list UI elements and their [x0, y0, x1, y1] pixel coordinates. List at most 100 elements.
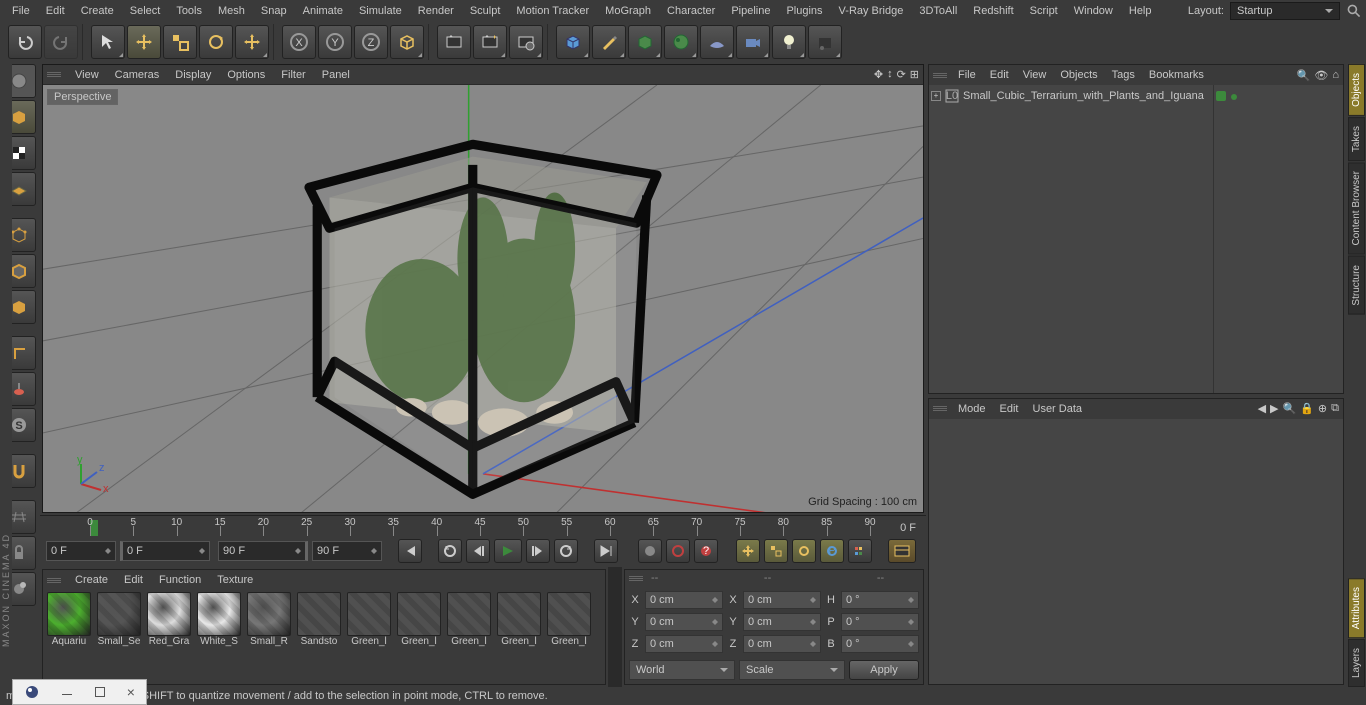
end-frame-field[interactable]: 90 F	[312, 541, 382, 561]
attr-menu-mode[interactable]: Mode	[951, 403, 993, 415]
key-scale[interactable]	[764, 539, 788, 563]
layout-dropdown[interactable]: Startup	[1230, 2, 1340, 20]
camera-object[interactable]	[736, 25, 770, 59]
goto-end-button[interactable]	[594, 539, 618, 563]
attribute-body[interactable]	[929, 419, 1343, 684]
environment[interactable]	[700, 25, 734, 59]
material-item[interactable]: Green_l	[395, 592, 443, 682]
mat-menu-function[interactable]: Function	[151, 574, 209, 586]
menu-script[interactable]: Script	[1022, 0, 1066, 22]
material-swatch[interactable]	[447, 592, 491, 636]
menu-help[interactable]: Help	[1121, 0, 1160, 22]
os-taskbar-item[interactable]: ×	[12, 679, 147, 705]
vp-menu-panel[interactable]: Panel	[314, 69, 358, 81]
menu-3dtoall[interactable]: 3DToAll	[911, 0, 965, 22]
grip-icon[interactable]	[47, 72, 61, 77]
coord-field[interactable]: 0 cm	[743, 613, 821, 631]
material-item[interactable]: Green_l	[545, 592, 593, 682]
menu-create[interactable]: Create	[73, 0, 122, 22]
undo-button[interactable]	[8, 25, 42, 59]
vp-menu-cameras[interactable]: Cameras	[107, 69, 168, 81]
coord-field[interactable]: 0 cm	[645, 613, 723, 631]
expand-icon[interactable]: +	[931, 91, 941, 101]
menu-mesh[interactable]: Mesh	[210, 0, 253, 22]
render-tag[interactable]	[1231, 94, 1237, 100]
material-item[interactable]: Sandsto	[295, 592, 343, 682]
material-item[interactable]: White_S	[195, 592, 243, 682]
coord-system[interactable]	[390, 25, 424, 59]
material-swatch[interactable]	[47, 592, 91, 636]
last-tool[interactable]	[235, 25, 269, 59]
obj-menu-tags[interactable]: Tags	[1105, 69, 1142, 81]
home-icon[interactable]: ⌂	[1332, 69, 1339, 82]
apply-button[interactable]: Apply	[849, 660, 919, 680]
grip-icon[interactable]	[933, 406, 947, 411]
x-axis-lock[interactable]: X	[282, 25, 316, 59]
attr-menu-userdata[interactable]: User Data	[1026, 403, 1090, 415]
material-swatch[interactable]	[297, 592, 341, 636]
lock-icon[interactable]: 🔒	[1300, 402, 1314, 415]
current-frame-field[interactable]: 0 F	[46, 541, 116, 561]
tab-objects[interactable]: Objects	[1348, 64, 1365, 116]
live-select-tool[interactable]	[91, 25, 125, 59]
material-swatch[interactable]	[547, 592, 591, 636]
object-row[interactable]: + L0 Small_Cubic_Terrarium_with_Plants_a…	[931, 87, 1211, 105]
keyframe-sel-button[interactable]: ?	[694, 539, 718, 563]
material-swatch[interactable]	[497, 592, 541, 636]
material-list[interactable]: AquariuSmall_SeRed_GraWhite_SSmall_RSand…	[43, 590, 605, 684]
obj-menu-objects[interactable]: Objects	[1053, 69, 1104, 81]
obj-menu-bookmarks[interactable]: Bookmarks	[1142, 69, 1211, 81]
material-item[interactable]: Red_Gra	[145, 592, 193, 682]
menu-simulate[interactable]: Simulate	[351, 0, 410, 22]
attr-menu-edit[interactable]: Edit	[993, 403, 1026, 415]
perspective-viewport[interactable]: Perspective	[43, 85, 923, 512]
menu-select[interactable]: Select	[122, 0, 169, 22]
next-frame-button[interactable]	[526, 539, 550, 563]
key-parameter[interactable]: P	[820, 539, 844, 563]
search-icon[interactable]: 🔍	[1283, 402, 1297, 415]
coord-field[interactable]: 0 °	[841, 613, 919, 631]
record-button[interactable]	[638, 539, 662, 563]
menu-pipeline[interactable]: Pipeline	[723, 0, 778, 22]
coord-field[interactable]: 0 °	[841, 635, 919, 653]
vp-layout-icon[interactable]: ⊞	[910, 68, 919, 81]
mat-menu-create[interactable]: Create	[67, 574, 116, 586]
deformer[interactable]	[664, 25, 698, 59]
render-settings[interactable]	[509, 25, 543, 59]
obj-menu-edit[interactable]: Edit	[983, 69, 1016, 81]
vp-menu-display[interactable]: Display	[167, 69, 219, 81]
y-axis-lock[interactable]: Y	[318, 25, 352, 59]
vp-menu-view[interactable]: View	[67, 69, 107, 81]
window-minimize-icon[interactable]	[62, 690, 72, 695]
timeline-window-button[interactable]	[888, 539, 916, 563]
play-button[interactable]	[494, 539, 522, 563]
menu-sculpt[interactable]: Sculpt	[462, 0, 509, 22]
menu-edit[interactable]: Edit	[38, 0, 73, 22]
material-item[interactable]: Green_l	[495, 592, 543, 682]
tab-attributes[interactable]: Attributes	[1348, 578, 1365, 638]
mat-menu-edit[interactable]: Edit	[116, 574, 151, 586]
menu-tools[interactable]: Tools	[168, 0, 210, 22]
material-swatch[interactable]	[397, 592, 441, 636]
object-name[interactable]: Small_Cubic_Terrarium_with_Plants_and_Ig…	[963, 90, 1204, 102]
material-swatch[interactable]	[247, 592, 291, 636]
move-tool[interactable]	[127, 25, 161, 59]
mat-menu-texture[interactable]: Texture	[209, 574, 261, 586]
stage-object[interactable]	[808, 25, 842, 59]
vp-zoom-icon[interactable]: ↕	[887, 68, 893, 81]
menu-window[interactable]: Window	[1066, 0, 1121, 22]
key-rotation[interactable]	[792, 539, 816, 563]
material-scrollbar[interactable]	[608, 567, 622, 687]
light-object[interactable]	[772, 25, 806, 59]
coord-field[interactable]: 0 cm	[645, 591, 723, 609]
timeline-ruler[interactable]: 0 F 051015202530354045505560657075808590	[40, 516, 926, 536]
search-icon[interactable]	[1346, 3, 1362, 19]
visibility-tag[interactable]	[1216, 91, 1226, 101]
render-picture-viewer[interactable]	[473, 25, 507, 59]
menu-mograph[interactable]: MoGraph	[597, 0, 659, 22]
menu-character[interactable]: Character	[659, 0, 723, 22]
menu-animate[interactable]: Animate	[295, 0, 351, 22]
menu-plugins[interactable]: Plugins	[778, 0, 830, 22]
menu-vray[interactable]: V-Ray Bridge	[831, 0, 912, 22]
vp-nav-icon[interactable]: ✥	[874, 68, 883, 81]
